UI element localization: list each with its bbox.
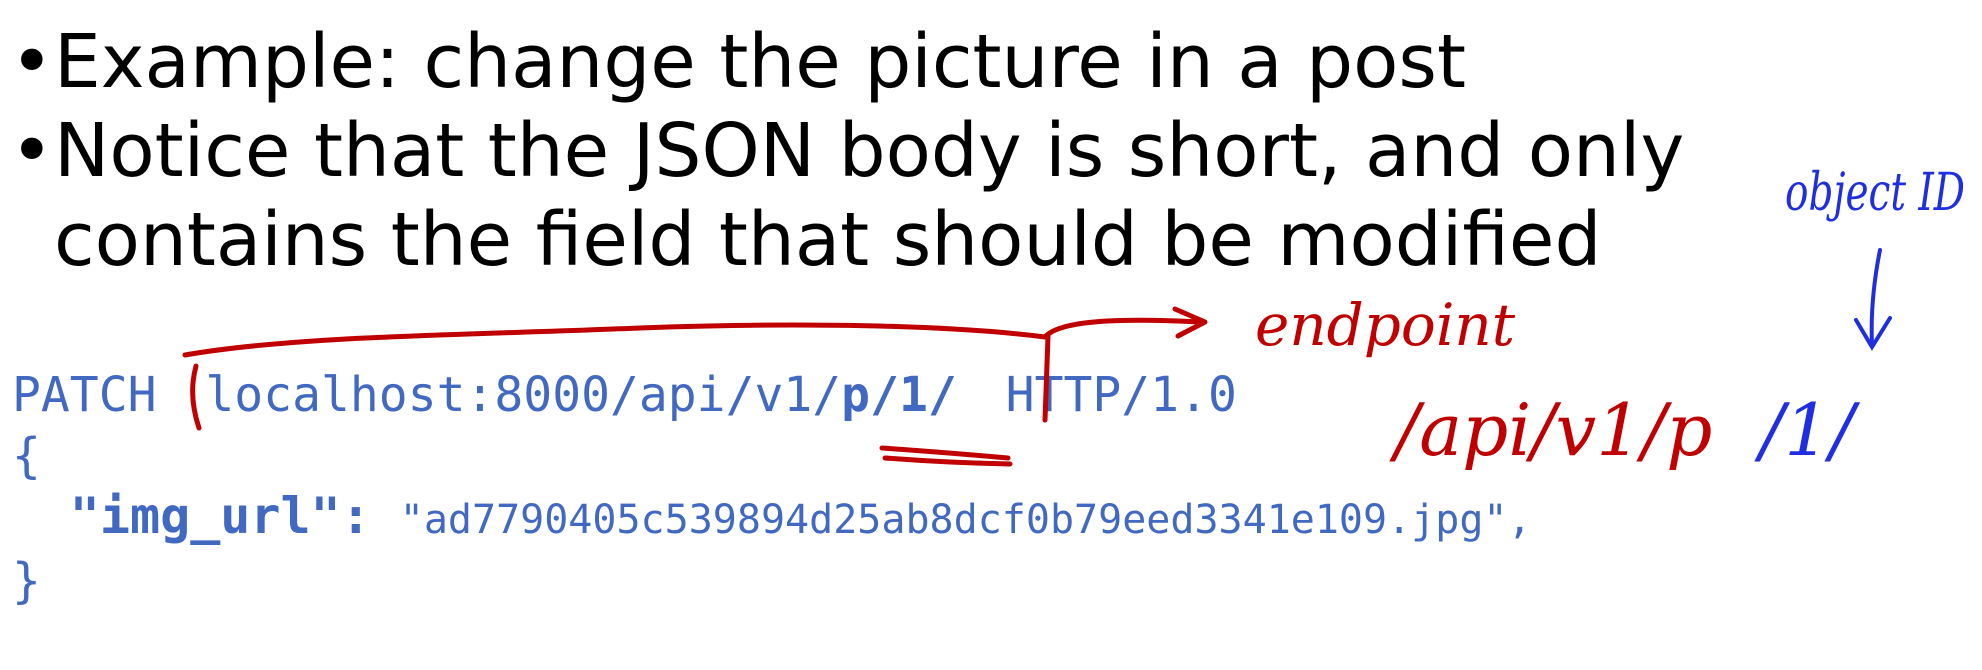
object-id-arrow bbox=[1869, 248, 1882, 347]
object-id-value: /1/ bbox=[1754, 388, 1861, 472]
ink-annotations: endpoint /api/v1/p object ID /1/ bbox=[182, 163, 1965, 472]
path-underline bbox=[879, 445, 1013, 467]
url-bracket-left bbox=[190, 363, 202, 431]
url-bracket-right bbox=[1042, 333, 1051, 423]
endpoint-path: /api/v1/p bbox=[1389, 388, 1712, 472]
endpoint-label: endpoint bbox=[1255, 291, 1516, 359]
object-id-label: object ID bbox=[1785, 163, 1965, 223]
endpoint-arrow-stroke bbox=[182, 322, 1048, 358]
